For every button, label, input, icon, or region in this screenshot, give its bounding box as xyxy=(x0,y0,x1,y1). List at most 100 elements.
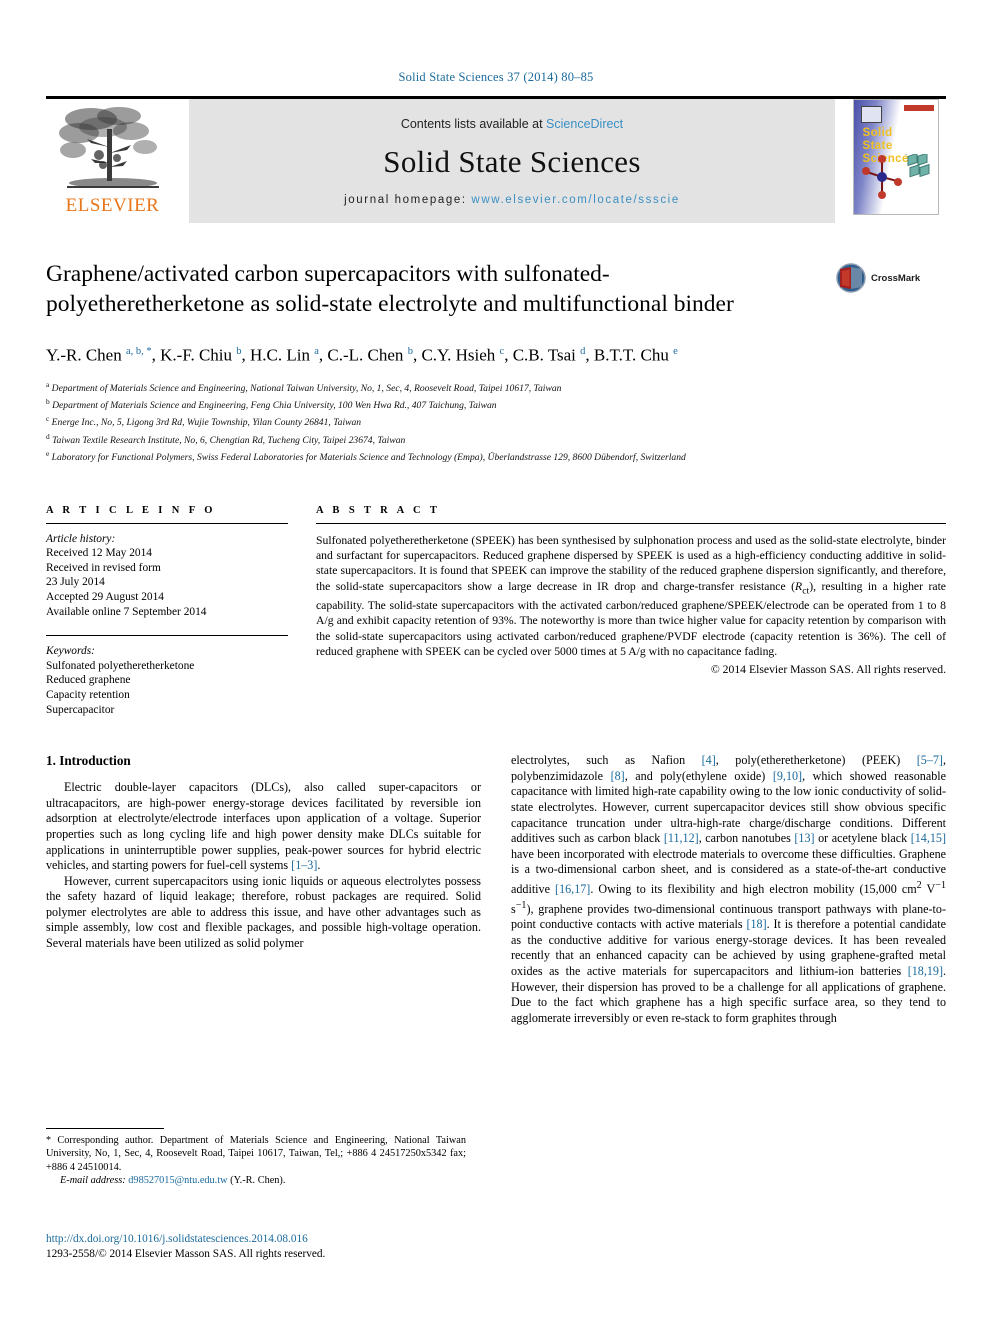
journal-cover-thumbnail: Solid State Sciences xyxy=(852,99,939,215)
elsevier-logo-block: ELSEVIER xyxy=(46,99,179,223)
article-history-line: Received in revised form xyxy=(46,561,161,574)
footnote-text: * Corresponding author. Department of Ma… xyxy=(46,1134,466,1187)
article-info-heading: A R T I C L E I N F O xyxy=(46,504,216,516)
footnote-body: Corresponding author. Department of Mate… xyxy=(46,1135,466,1173)
paragraph: Electric double-layer capacitors (DLCs),… xyxy=(46,780,481,873)
citation-link[interactable]: [1–3] xyxy=(291,858,317,872)
citation-link[interactable]: [9,10] xyxy=(773,769,802,783)
footnote-email-line: E-mail address: d98527015@ntu.edu.tw (Y.… xyxy=(46,1174,466,1187)
title-column: Graphene/activated carbon supercapacitor… xyxy=(46,259,836,319)
paper-page: Solid State Sciences 37 (2014) 80–85 ELS… xyxy=(0,0,992,1323)
footnote-rule xyxy=(46,1128,164,1129)
cover-molecule-icon xyxy=(861,154,929,199)
article-info-column: A R T I C L E I N F O Article history: R… xyxy=(46,505,288,718)
affiliation-item: a Department of Materials Science and En… xyxy=(46,379,562,394)
email-address-label: E-mail address: xyxy=(60,1174,126,1186)
author-affiliation-mark: b xyxy=(407,346,413,357)
citation-link[interactable]: [4] xyxy=(702,753,716,767)
author-affiliation-mark: a xyxy=(314,346,319,357)
doi-block: http://dx.doi.org/10.1016/j.solidstatesc… xyxy=(46,1232,476,1262)
citation-link[interactable]: [13] xyxy=(794,831,814,845)
journal-masthead: ELSEVIER Contents lists available at Sci… xyxy=(46,96,946,223)
info-abstract-row: A R T I C L E I N F O Article history: R… xyxy=(46,505,946,718)
paragraph: electrolytes, such as Nafion [4], poly(e… xyxy=(511,753,946,1025)
doi-link[interactable]: http://dx.doi.org/10.1016/j.solidstatesc… xyxy=(46,1232,476,1247)
affiliation-item: c Energe Inc., No, 5, Ligong 3rd Rd, Wuj… xyxy=(46,414,362,429)
crossmark-icon xyxy=(836,263,866,293)
corresponding-author-footnote: * Corresponding author. Department of Ma… xyxy=(46,1128,466,1187)
cover-title-line-1: Solid xyxy=(862,127,893,139)
contents-prefix: Contents lists available at xyxy=(400,117,543,131)
email-link[interactable]: d98527015@ntu.edu.tw xyxy=(128,1175,227,1186)
affiliation-list: a Department of Materials Science and En… xyxy=(46,378,836,465)
superscript: 2 xyxy=(916,879,922,891)
author-name: C.B. Tsai xyxy=(512,345,581,365)
citation-link[interactable]: [8] xyxy=(611,769,625,783)
author-affiliation-mark: b xyxy=(236,346,242,357)
abstract-heading: A B S T R A C T xyxy=(316,504,441,516)
citation-link[interactable]: [11,12] xyxy=(664,831,699,845)
author-name: C.-L. Chen xyxy=(327,345,408,365)
article-history-group: Article history: Received 12 May 2014 Rec… xyxy=(46,532,288,620)
cover-banner-strip xyxy=(903,105,934,111)
keywords-separator xyxy=(46,635,288,637)
superscript: −1 xyxy=(515,899,527,911)
body-left-column: 1. Introduction Electric double-layer ca… xyxy=(46,753,481,1026)
section-title-introduction: 1. Introduction xyxy=(46,753,131,769)
affiliation-mark: b xyxy=(46,397,50,407)
affiliation-mark: a xyxy=(46,379,50,389)
author-name: Y.-R. Chen xyxy=(46,345,126,365)
citation-link[interactable]: [16,17] xyxy=(555,882,590,896)
keyword-item: Supercapacitor xyxy=(46,703,115,716)
author-affiliation-mark: a, b, * xyxy=(125,346,152,357)
citation-link[interactable]: [5–7] xyxy=(917,753,943,767)
affiliation-item: d Taiwan Textile Research Institute, No,… xyxy=(46,431,406,447)
article-info-rule xyxy=(46,522,288,524)
abstract-text: Sulfonated polyetheretherketone (SPEEK) … xyxy=(316,533,946,659)
keywords-label: Keywords: xyxy=(46,645,95,658)
citation-link[interactable]: [18,19] xyxy=(908,964,943,978)
article-history-label: Article history: xyxy=(46,532,116,545)
running-head: Solid State Sciences 37 (2014) 80–85 xyxy=(398,70,594,84)
author-list: Y.-R. Chen a, b, *, K.-F. Chiu b, H.C. L… xyxy=(46,345,678,365)
affiliation-item: e Laboratory for Functional Polymers, Sw… xyxy=(46,449,686,464)
elsevier-tree-icon xyxy=(58,107,159,188)
abstract-rule xyxy=(316,522,946,524)
affiliation-mark: c xyxy=(46,414,50,424)
journal-title: Solid State Sciences xyxy=(383,144,641,179)
author-name: C.Y. Hsieh xyxy=(421,345,500,365)
issn-copyright-line: 1293-2558/© 2014 Elsevier Masson SAS. Al… xyxy=(46,1248,326,1260)
email-owner: (Y.-R. Chen). xyxy=(230,1174,286,1186)
body-right-column: electrolytes, such as Nafion [4], poly(e… xyxy=(511,753,946,1026)
keyword-item: Reduced graphene xyxy=(46,674,131,687)
cover-elsevier-icon xyxy=(860,106,882,123)
affiliation-mark: d xyxy=(46,431,50,441)
citation-link[interactable]: [18] xyxy=(746,917,766,931)
homepage-label: journal homepage: xyxy=(344,194,467,206)
crossmark-badge[interactable]: CrossMark xyxy=(836,259,946,293)
homepage-url-link[interactable]: www.elsevier.com/locate/ssscie xyxy=(471,194,679,206)
author-affiliation-mark: c xyxy=(499,346,505,357)
article-history-line: Available online 7 September 2014 xyxy=(46,605,207,618)
article-history-line: 23 July 2014 xyxy=(46,576,105,589)
page-title: Graphene/activated carbon supercapacitor… xyxy=(46,261,734,317)
abstract-copyright: © 2014 Elsevier Masson SAS. All rights r… xyxy=(710,663,946,677)
affiliation-mark: e xyxy=(46,449,50,459)
author-name: B.T.T. Chu xyxy=(593,345,674,365)
paragraph: However, current supercapacitors using i… xyxy=(46,873,481,951)
rct-subscript: ct xyxy=(802,584,810,596)
journal-homepage-line: journal homepage: www.elsevier.com/locat… xyxy=(344,194,680,206)
citation-link[interactable]: [14,15] xyxy=(911,831,946,845)
keywords-group: Keywords: Sulfonated polyetheretherketon… xyxy=(46,644,288,717)
keyword-item: Sulfonated polyetheretherketone xyxy=(46,659,195,672)
author-affiliation-mark: d xyxy=(580,346,586,357)
sciencedirect-link[interactable]: ScienceDirect xyxy=(546,117,623,131)
author-affiliation-mark: e xyxy=(673,346,678,357)
journal-band: Contents lists available at ScienceDirec… xyxy=(189,99,835,223)
elsevier-wordmark: ELSEVIER xyxy=(65,195,160,216)
body-columns: 1. Introduction Electric double-layer ca… xyxy=(46,753,946,1026)
author-name: K.-F. Chiu xyxy=(160,345,237,365)
keyword-item: Capacity retention xyxy=(46,688,130,701)
contents-available-line: Contents lists available at ScienceDirec… xyxy=(401,117,623,131)
article-history-lines: Received 12 May 2014 Received in revised … xyxy=(46,546,288,619)
